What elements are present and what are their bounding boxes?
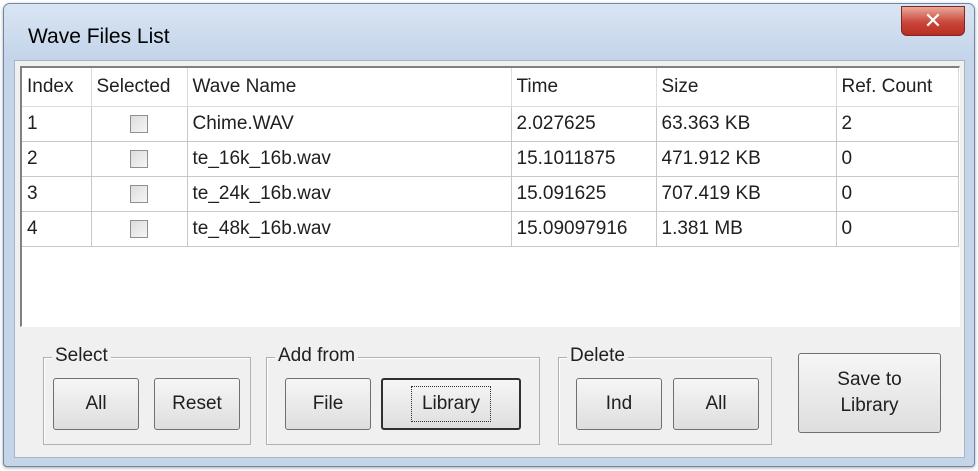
cell-wave-name: te_24k_16b.wav xyxy=(187,176,512,212)
cell-index: 4 xyxy=(22,211,92,247)
wave-files-listview[interactable]: Index Selected Wave Name Time Size Ref. … xyxy=(20,66,960,327)
cell-wave-name: te_16k_16b.wav xyxy=(187,141,512,177)
cell-index: 1 xyxy=(22,106,92,142)
cell-ref-count: 0 xyxy=(836,176,959,212)
column-header-selected[interactable]: Selected xyxy=(91,68,188,107)
delete-group: Delete Ind All xyxy=(558,345,772,445)
cell-index: 2 xyxy=(22,141,92,177)
select-checkbox[interactable] xyxy=(130,184,148,203)
title-bar: Wave Files List ✕ xyxy=(4,4,974,60)
add-file-button[interactable]: File xyxy=(285,378,371,430)
close-button[interactable]: ✕ xyxy=(901,6,965,36)
cell-time: 15.1011875 xyxy=(511,141,657,177)
cell-selected xyxy=(91,141,188,177)
cell-size: 707.419 KB xyxy=(656,176,837,212)
select-checkbox[interactable] xyxy=(130,219,148,238)
header-row: Index Selected Wave Name Time Size Ref. … xyxy=(22,68,959,107)
cell-wave-name: te_48k_16b.wav xyxy=(187,211,512,247)
reset-button[interactable]: Reset xyxy=(154,378,240,430)
save-to-library-label-line2: Library xyxy=(840,395,899,416)
close-icon: ✕ xyxy=(923,8,943,33)
select-checkbox[interactable] xyxy=(130,149,148,168)
column-header-size[interactable]: Size xyxy=(656,68,837,107)
column-header-wave-name[interactable]: Wave Name xyxy=(187,68,512,107)
wave-files-window: Wave Files List ✕ Index Selected Wave Na… xyxy=(3,3,975,467)
column-header-ref-count[interactable]: Ref. Count xyxy=(836,68,959,107)
cell-size: 471.912 KB xyxy=(656,141,837,177)
cell-size: 63.363 KB xyxy=(656,106,837,142)
cell-selected xyxy=(91,106,188,142)
add-from-group: Add from File Library xyxy=(266,345,540,445)
delete-ind-button[interactable]: Ind xyxy=(576,378,662,430)
save-to-library-label-line1: Save to xyxy=(837,369,902,390)
wave-files-table: Index Selected Wave Name Time Size Ref. … xyxy=(22,68,959,247)
cell-size: 1.381 MB xyxy=(656,211,837,247)
cell-ref-count: 2 xyxy=(836,106,959,142)
dialog-client: Index Selected Wave Name Time Size Ref. … xyxy=(14,60,965,458)
cell-ref-count: 0 xyxy=(836,211,959,247)
cell-wave-name: Chime.WAV xyxy=(187,106,512,142)
cell-time: 15.09097916 xyxy=(511,211,657,247)
select-checkbox[interactable] xyxy=(130,114,148,133)
add-library-button[interactable]: Library xyxy=(381,378,521,430)
add-library-label: Library xyxy=(410,386,492,422)
select-group: Select All Reset xyxy=(43,345,251,445)
table-row[interactable]: 2 te_16k_16b.wav 15.1011875 471.912 KB 0 xyxy=(22,141,959,177)
table-row[interactable]: 3 te_24k_16b.wav 15.091625 707.419 KB 0 xyxy=(22,176,959,212)
table-row[interactable]: 1 Chime.WAV 2.027625 63.363 KB 2 xyxy=(22,106,959,142)
column-header-time[interactable]: Time xyxy=(511,68,657,107)
column-header-index[interactable]: Index xyxy=(22,68,92,107)
add-from-group-label: Add from xyxy=(275,345,359,367)
cell-time: 15.091625 xyxy=(511,176,657,212)
cell-index: 3 xyxy=(22,176,92,212)
table-row[interactable]: 4 te_48k_16b.wav 15.09097916 1.381 MB 0 xyxy=(22,211,959,247)
delete-group-label: Delete xyxy=(567,345,628,367)
select-all-button[interactable]: All xyxy=(53,378,139,430)
select-group-label: Select xyxy=(52,345,111,367)
window-title: Wave Files List xyxy=(28,25,170,48)
cell-selected xyxy=(91,211,188,247)
save-to-library-button[interactable]: Save to Library xyxy=(798,353,941,433)
cell-time: 2.027625 xyxy=(511,106,657,142)
cell-selected xyxy=(91,176,188,212)
delete-all-button[interactable]: All xyxy=(673,378,759,430)
cell-ref-count: 0 xyxy=(836,141,959,177)
